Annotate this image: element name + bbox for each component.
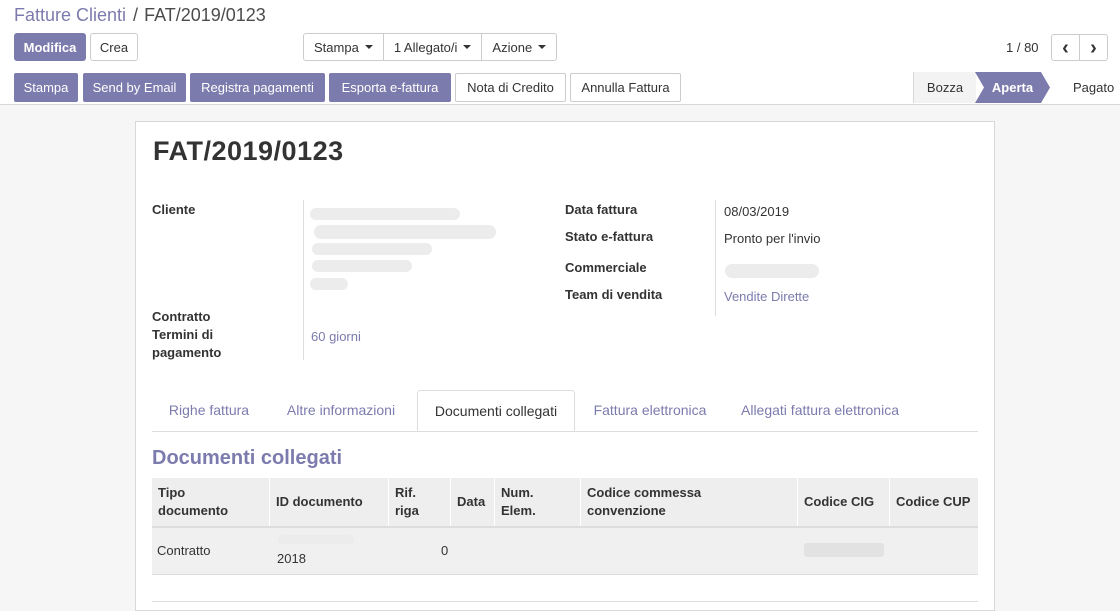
control-panel: Fatture Clienti / FAT/2019/0123 Modifica C… xyxy=(0,0,1120,73)
payment-terms-label-line1: Termini di xyxy=(152,327,214,342)
sales-team-value[interactable]: Vendite Dirette xyxy=(724,289,809,304)
invoice-date-value[interactable]: 08/03/2019 xyxy=(724,204,789,219)
caret-down-icon xyxy=(538,45,547,49)
invoice-number-title: FAT/2019/0123 xyxy=(153,136,344,166)
column-header-date[interactable]: Data xyxy=(451,478,495,526)
contract-label: Contratto xyxy=(152,309,211,324)
print-dropdown[interactable]: Stampa xyxy=(304,34,384,60)
header-text: Codice commessa xyxy=(587,485,702,500)
table-row[interactable]: Contratto 2018 0 xyxy=(152,528,978,575)
tab-invoice-lines[interactable]: Righe fattura xyxy=(152,390,266,430)
header-text: ID documento xyxy=(276,494,363,509)
tab-einvoice[interactable]: Fattura elettronica xyxy=(580,390,720,430)
pager-value[interactable]: 1 / 80 xyxy=(1006,40,1039,55)
cancel-invoice-button[interactable]: Annulla Fattura xyxy=(570,73,681,102)
export-einvoice-button[interactable]: Esporta e-fattura xyxy=(329,73,451,102)
payment-terms-label-line2: pagamento xyxy=(152,345,222,360)
header-text: documento xyxy=(158,503,229,518)
field-divider xyxy=(715,200,716,316)
salesperson-value-redacted[interactable] xyxy=(725,264,819,278)
redacted-block xyxy=(310,208,460,220)
column-header-line-ref[interactable]: Rif. riga xyxy=(389,478,451,526)
einvoice-state-value: Pronto per l'invio xyxy=(724,231,821,246)
column-header-doc-type[interactable]: Tipo documento xyxy=(152,478,270,526)
sidebar-dropdowns: Stampa 1 Allegato/i Azione xyxy=(303,33,558,61)
column-header-doc-id[interactable]: ID documento xyxy=(270,478,389,526)
pager-previous-button[interactable]: ‹ xyxy=(1051,34,1080,61)
customer-label: Cliente xyxy=(152,202,196,217)
breadcrumb-parent-link[interactable]: Fatture Clienti xyxy=(14,5,126,25)
header-text: Num. xyxy=(501,485,534,500)
table-footer-divider xyxy=(152,601,978,602)
cell-doc-id-year: 2018 xyxy=(277,551,306,566)
pager-next-button[interactable]: › xyxy=(1079,34,1108,61)
create-button[interactable]: Crea xyxy=(90,33,138,61)
sales-team-label: Team di vendita xyxy=(565,287,663,302)
action-dropdown-label: Azione xyxy=(492,39,533,55)
invoice-date-label: Data fattura xyxy=(565,202,638,217)
header-text: convenzione xyxy=(587,503,666,518)
print-button[interactable]: Stampa xyxy=(14,73,78,102)
header-text: Elem. xyxy=(501,503,536,518)
chevron-left-icon: ‹ xyxy=(1062,36,1069,59)
caret-down-icon xyxy=(463,45,472,49)
tab-einvoice-attachments[interactable]: Allegati fattura elettronica xyxy=(725,390,915,430)
header-text: Codice CIG xyxy=(804,494,875,509)
column-header-cup[interactable]: Codice CUP xyxy=(890,478,978,526)
einvoice-state-label: Stato e-fattura xyxy=(565,229,654,244)
stage-draft[interactable]: Bozza xyxy=(913,72,976,103)
redacted-block xyxy=(314,225,496,239)
action-dropdown[interactable]: Azione xyxy=(482,34,556,60)
credit-note-button[interactable]: Nota di Credito xyxy=(455,73,566,102)
cell-doc-type: Contratto xyxy=(157,543,211,558)
stage-paid[interactable]: Pagato xyxy=(1060,72,1120,103)
stage-open[interactable]: Aperta xyxy=(975,72,1050,103)
tab-linked-documents[interactable]: Documenti collegati xyxy=(417,390,575,431)
cell-line-ref: 0 xyxy=(441,543,449,558)
attachments-dropdown-label: 1 Allegato/i xyxy=(393,39,458,55)
attachments-dropdown[interactable]: 1 Allegato/i xyxy=(384,34,483,60)
form-sheet: FAT/2019/0123 Cliente Contratto Termini … xyxy=(135,121,995,611)
column-header-order-code[interactable]: Codice commessa convenzione xyxy=(581,478,798,526)
breadcrumb-separator: / xyxy=(133,5,139,25)
column-header-num-items[interactable]: Num. Elem. xyxy=(495,478,581,526)
cell-cig-redacted xyxy=(804,543,884,557)
header-text: Data xyxy=(457,494,486,509)
send-email-button[interactable]: Send by Email xyxy=(83,73,186,102)
salesperson-label: Commerciale xyxy=(565,260,647,275)
header-text: Codice CUP xyxy=(896,494,971,509)
form-statusbar: Stampa Send by Email Registra pagamenti … xyxy=(0,72,1120,105)
cell-doc-id-redacted xyxy=(278,535,354,544)
field-divider xyxy=(303,200,304,360)
payment-terms-value[interactable]: 60 giorni xyxy=(311,329,361,344)
redacted-block xyxy=(312,260,412,272)
chevron-right-icon: › xyxy=(1090,36,1097,59)
tab-other-info[interactable]: Altre informazioni xyxy=(270,390,412,430)
redacted-block xyxy=(312,243,432,255)
breadcrumb-current: FAT/2019/0123 xyxy=(144,5,266,25)
caret-down-icon xyxy=(364,45,373,49)
header-text: riga xyxy=(395,503,419,518)
notebook-tabs: Righe fattura Altre informazioni Documen… xyxy=(152,390,978,432)
header-text: Rif. xyxy=(395,485,416,500)
breadcrumb: Fatture Clienti / FAT/2019/0123 xyxy=(14,5,266,26)
print-dropdown-label: Stampa xyxy=(314,39,359,55)
redacted-block xyxy=(310,278,348,290)
edit-button[interactable]: Modifica xyxy=(14,33,86,61)
header-text: Tipo xyxy=(158,485,186,500)
section-title: Documenti collegati xyxy=(152,447,343,469)
column-header-cig[interactable]: Codice CIG xyxy=(798,478,890,526)
table-header: Tipo documento ID documento Rif. riga Data… xyxy=(152,478,978,528)
register-payment-button[interactable]: Registra pagamenti xyxy=(190,73,325,102)
